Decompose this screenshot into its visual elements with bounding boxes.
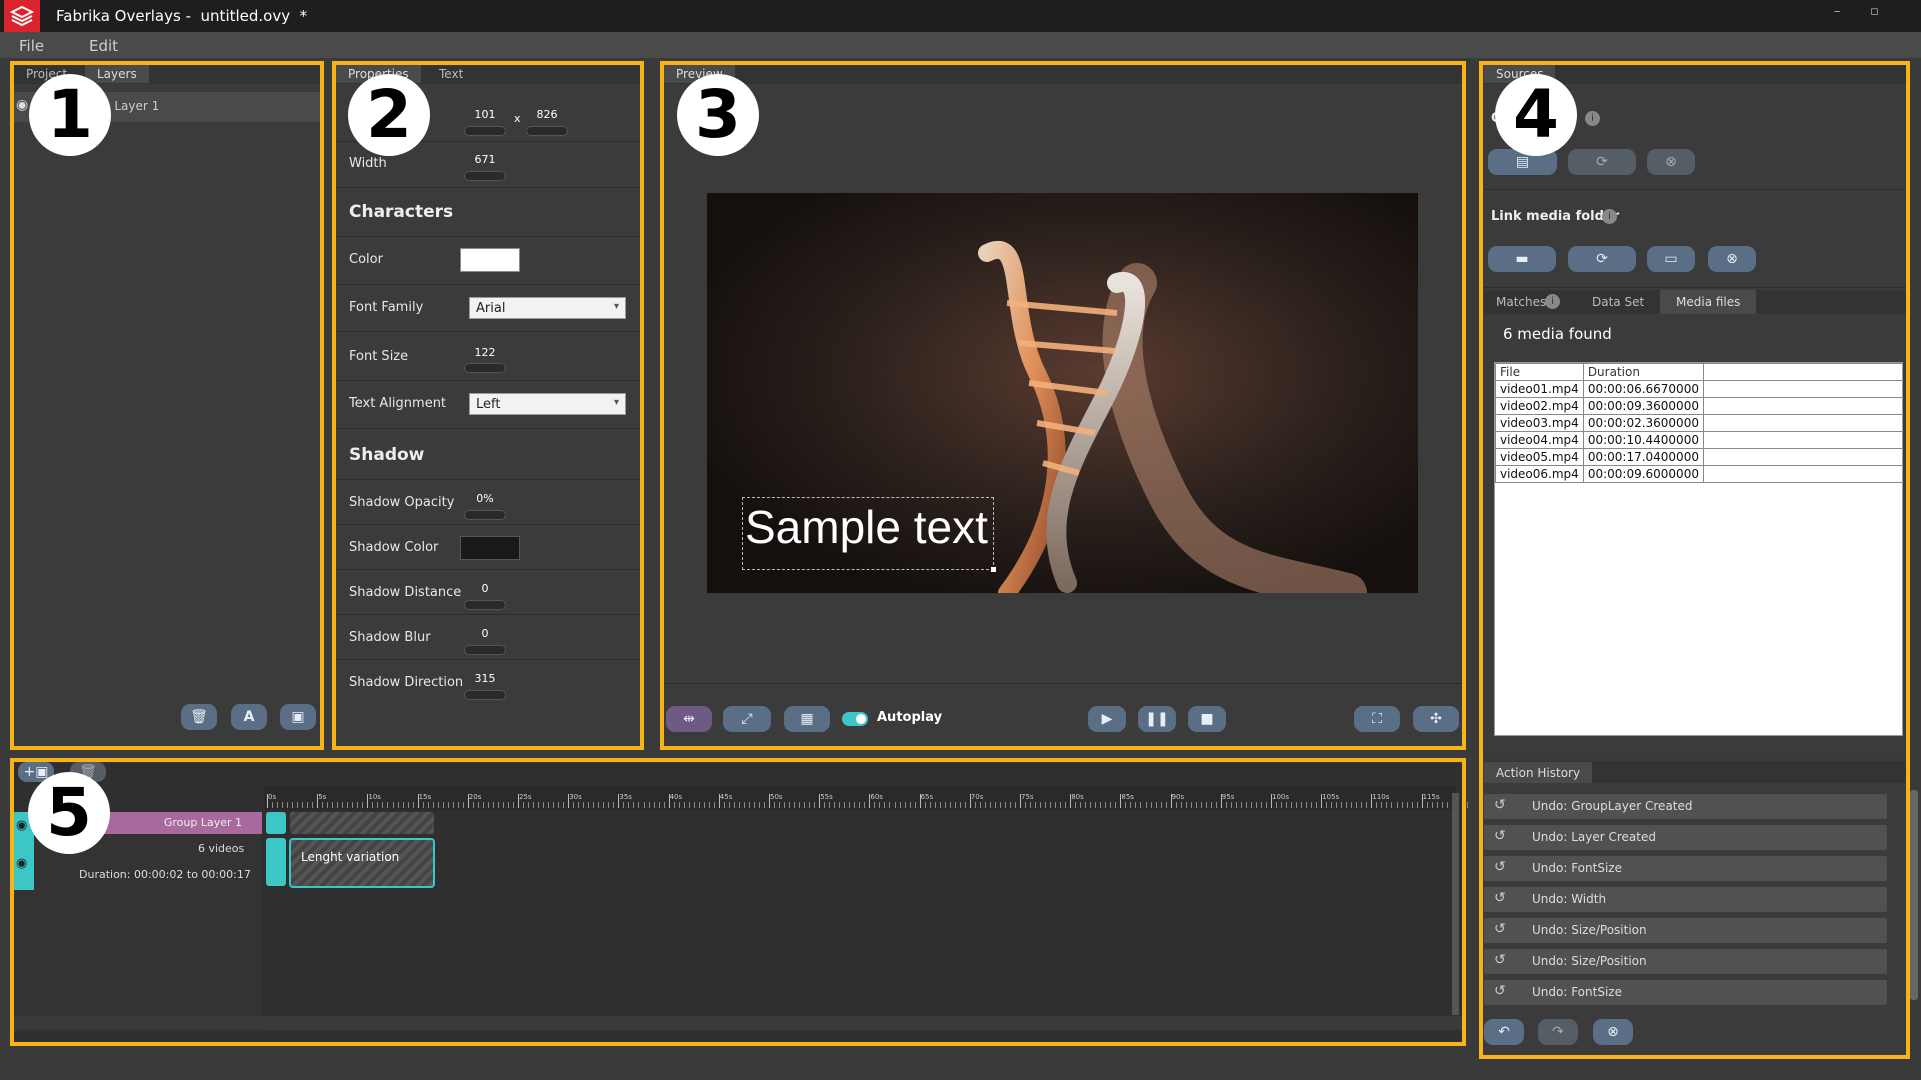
badge-5: 5 bbox=[28, 772, 110, 854]
highlight-box-3 bbox=[660, 61, 1466, 750]
history-scrollbar[interactable] bbox=[1910, 790, 1918, 1000]
app-logo-icon bbox=[4, 0, 40, 32]
highlight-box-2 bbox=[332, 61, 644, 750]
menu-bar bbox=[0, 32, 1921, 58]
highlight-box-1 bbox=[10, 61, 324, 750]
badge-3: 3 bbox=[677, 74, 759, 156]
ruler-minor-tick bbox=[1466, 802, 1468, 808]
menu-edit[interactable]: Edit bbox=[89, 37, 118, 55]
minimize-button[interactable]: – bbox=[1834, 4, 1841, 19]
badge-4: 4 bbox=[1495, 74, 1577, 156]
menu-file[interactable]: File bbox=[19, 37, 44, 55]
badge-1: 1 bbox=[29, 74, 111, 156]
highlight-box-4 bbox=[1479, 61, 1910, 1059]
window-title: Fabrika Overlays - untitled.ovy * bbox=[56, 7, 308, 25]
maximize-button[interactable]: ▫ bbox=[1870, 4, 1879, 19]
highlight-box-5 bbox=[10, 758, 1466, 1046]
badge-2: 2 bbox=[348, 74, 430, 156]
